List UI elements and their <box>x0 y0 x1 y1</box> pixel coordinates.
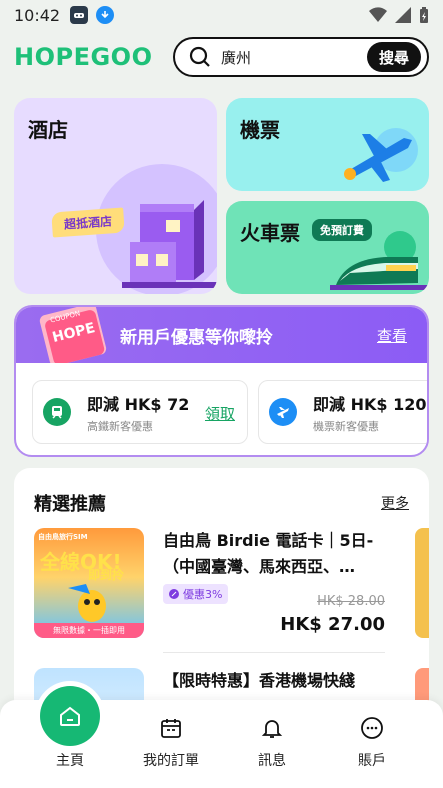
discount-badge: 優惠3% <box>163 584 229 604</box>
account-icon <box>361 717 383 739</box>
discount-icon <box>169 589 179 599</box>
coupon-description: 高鐵新客優惠 <box>87 419 153 433</box>
coupon-amount: 即減 HK$ 72 <box>87 394 190 414</box>
featured-title: 精選推薦 <box>34 494 106 515</box>
coupon-text: 即減 HK$ 120 機票新客優惠 <box>313 391 426 434</box>
product-title[interactable]: 【限時特惠】香港機場快綫 <box>163 668 388 694</box>
product-divider <box>163 652 385 653</box>
airplane-icon <box>344 128 418 182</box>
sale-price: HK$ 27.00 <box>280 614 385 635</box>
mascot-illustration <box>68 584 106 622</box>
coupon-card-flight[interactable]: 即減 HK$ 120 機票新客優惠 <box>258 380 427 444</box>
discount-badge-label: 優惠3% <box>183 588 223 601</box>
claim-coupon-button[interactable]: 領取 <box>205 403 235 424</box>
flight-coupon-icon <box>269 398 297 426</box>
nav-my-orders-label: 我的訂單 <box>143 753 199 769</box>
download-icon <box>96 6 115 24</box>
train-illustration <box>330 231 429 290</box>
original-price: HK$ 28.00 <box>317 594 385 609</box>
product-title[interactable]: 自由鳥 Birdie 電話卡｜5日-（中國臺灣、馬來西亞、… <box>163 528 388 580</box>
calendar-icon <box>161 719 181 738</box>
product-thumb-bottom-text: 無限數據・一插即用 <box>34 623 144 638</box>
app-notification-icon <box>70 6 89 24</box>
app-header: HOPEGOO 廣州 搜尋 <box>0 36 443 78</box>
nav-account-label: 賬戶 <box>358 753 386 769</box>
nav-messages-label: 訊息 <box>258 753 286 769</box>
new-user-coupon-section: COUPON HOPE 新用戶優惠等你嚟拎 查看 即減 HK$ 72 高鐵新客優… <box>14 305 429 457</box>
search-button[interactable]: 搜尋 <box>366 42 421 72</box>
battery-icon <box>420 7 428 23</box>
bell-icon <box>261 720 283 738</box>
nav-home-label: 主頁 <box>56 753 84 769</box>
coupon-description: 機票新客優惠 <box>313 419 379 433</box>
train-coupon-icon <box>43 398 71 426</box>
brand-logo[interactable]: HOPEGOO <box>14 43 152 71</box>
coupon-text: 即減 HK$ 72 高鐵新客優惠 <box>87 391 189 434</box>
search-input[interactable]: 廣州 <box>221 47 367 68</box>
coupon-card-rail[interactable]: 即減 HK$ 72 高鐵新客優惠 領取 <box>32 380 248 444</box>
status-time: 10:42 <box>14 5 61 25</box>
coupon-view-link[interactable]: 查看 <box>377 325 407 346</box>
coupon-section-title: 新用戶優惠等你嚟拎 <box>120 328 273 348</box>
signal-icon <box>395 7 411 23</box>
train-tile[interactable]: 火車票 免預訂費 <box>226 201 429 294</box>
flight-tile[interactable]: 機票 <box>226 98 429 191</box>
home-icon <box>60 706 80 726</box>
flight-tile-title: 機票 <box>240 118 280 142</box>
product-thumb-top-text: 自由鳥旅行SIM <box>38 533 88 541</box>
featured-more-link[interactable]: 更多 <box>381 493 409 513</box>
next-product-peek[interactable] <box>415 528 429 638</box>
hotel-tile[interactable]: 酒店 超抵酒店 <box>14 98 217 294</box>
coupon-amount: 即減 HK$ 120 <box>313 394 427 414</box>
status-bar: 10:42 <box>0 0 443 30</box>
home-button[interactable] <box>40 686 100 746</box>
wifi-icon <box>369 7 387 23</box>
status-indicators <box>369 7 429 23</box>
search-icon <box>189 46 210 67</box>
product-thumbnail[interactable]: 自由鳥旅行SIM 全線OK! 即到拎 無限數據・一插即用 <box>34 528 144 638</box>
hotel-deal-tag: 超抵酒店 <box>51 207 125 238</box>
search-bar[interactable]: 廣州 搜尋 <box>173 37 429 77</box>
train-tile-title: 火車票 <box>240 221 300 245</box>
hotel-tile-title: 酒店 <box>28 118 68 142</box>
coupon-header: COUPON HOPE 新用戶優惠等你嚟拎 查看 <box>16 307 427 363</box>
